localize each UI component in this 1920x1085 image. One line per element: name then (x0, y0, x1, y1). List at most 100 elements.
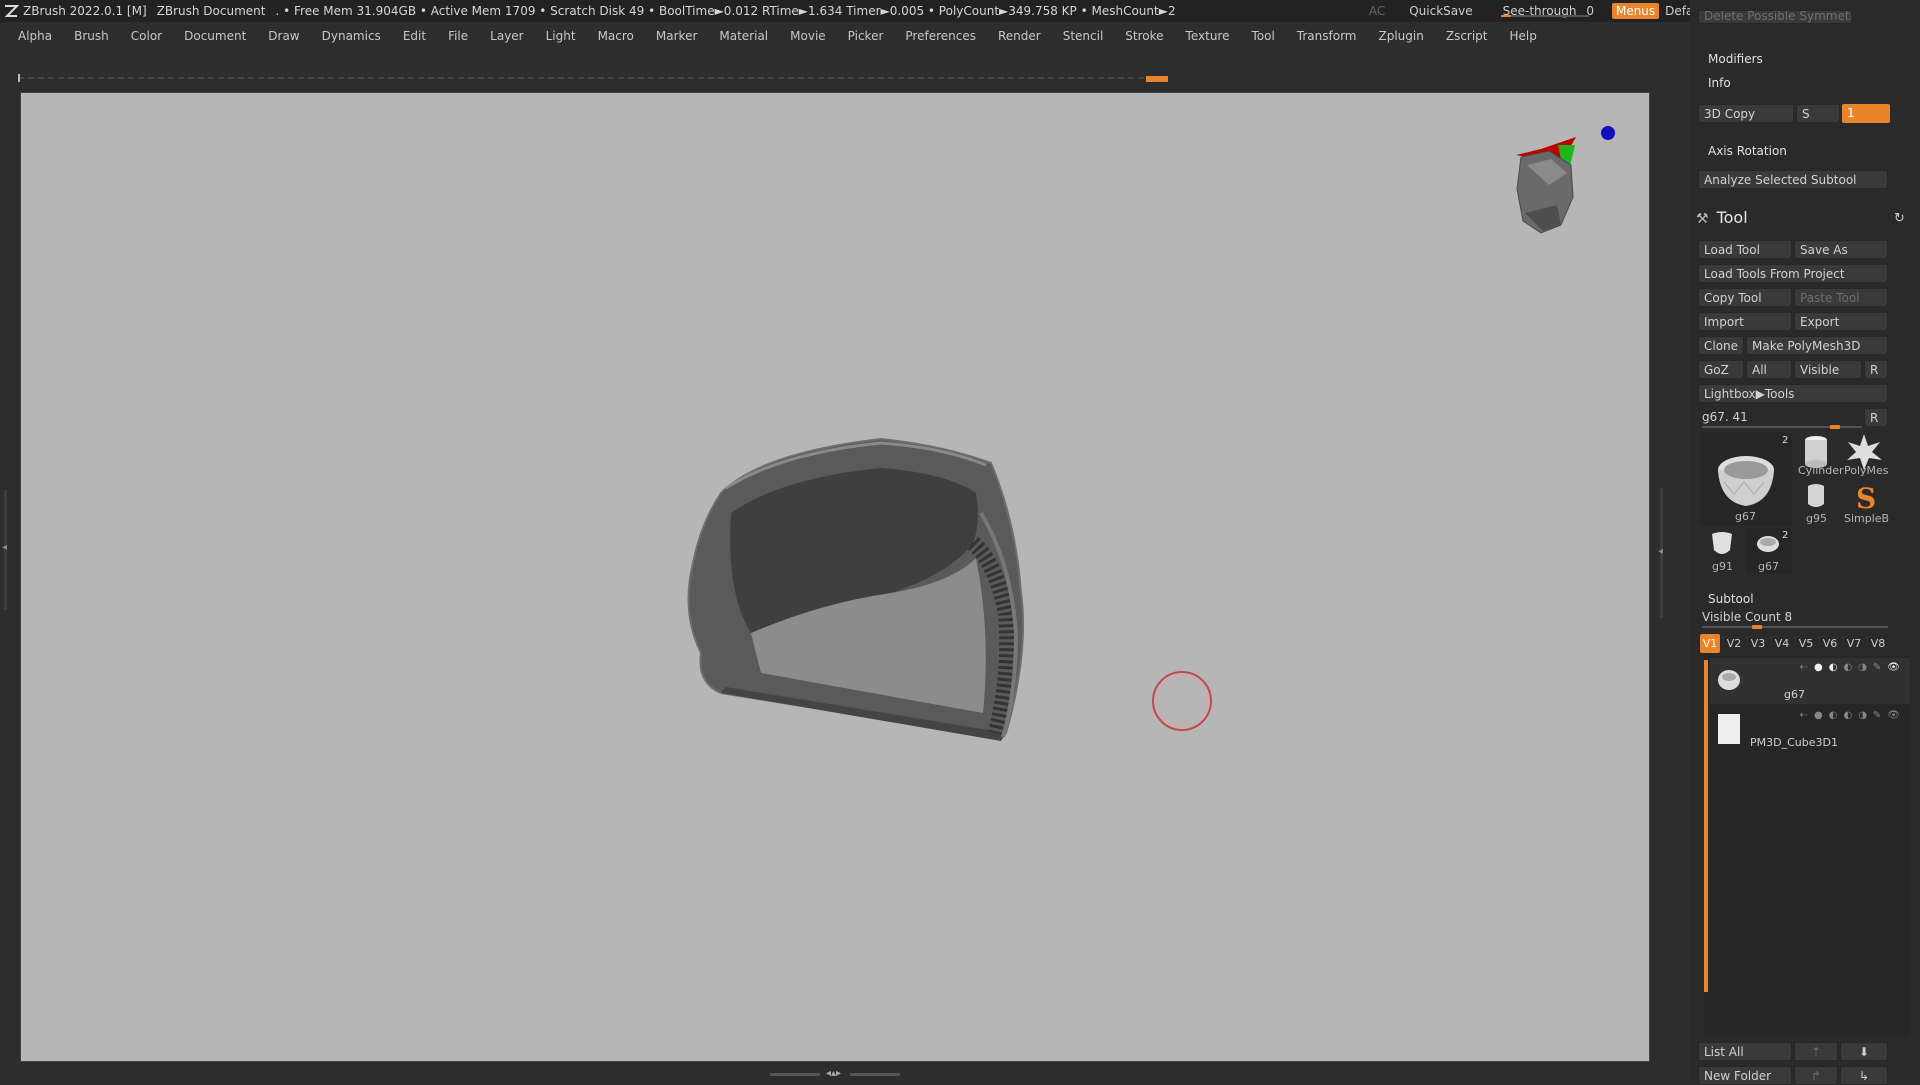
info-subpalette[interactable]: Info (1708, 76, 1731, 90)
list-all-button[interactable]: List All (1698, 1042, 1792, 1061)
copy-tool-button[interactable]: Copy Tool (1698, 288, 1792, 307)
tool-thumb-cylinder[interactable]: Cylinder (1794, 432, 1844, 478)
menu-help[interactable]: Help (1510, 29, 1537, 43)
tool-thumb-g67-large[interactable]: 2 g67 (1700, 432, 1792, 526)
menu-render[interactable]: Render (998, 29, 1041, 43)
load-tools-from-project-button[interactable]: Load Tools From Project (1698, 264, 1888, 283)
menu-brush[interactable]: Brush (74, 29, 109, 43)
ac-label[interactable]: AC (1369, 4, 1385, 18)
subtool-row-g67[interactable]: ⇠●◐◐◑✎👁 g67 (1710, 658, 1910, 704)
tool-thumb-polymesh[interactable]: PolyMes (1842, 432, 1889, 478)
copy-3d-button[interactable]: 3D Copy (1698, 104, 1794, 123)
tool-thumb-g67-small[interactable]: 2 g67 (1746, 528, 1792, 574)
menu-picker[interactable]: Picker (848, 29, 884, 43)
quicksave-button[interactable]: QuickSave (1409, 4, 1472, 18)
current-tool-slider-label[interactable]: g67. 41 (1702, 410, 1748, 424)
menu-texture[interactable]: Texture (1186, 29, 1230, 43)
subtool-scrollbar[interactable] (1704, 660, 1708, 992)
left-tray-handle[interactable]: ◂ (2, 490, 10, 610)
visible-count-slider-label[interactable]: Visible Count 8 (1702, 610, 1792, 624)
copy-3d-count-field[interactable]: 1 (1842, 104, 1890, 123)
visibility-set-v2[interactable]: V2 (1724, 634, 1744, 653)
canvas-viewport[interactable] (20, 92, 1650, 1062)
folder-out-arrow-icon[interactable]: ↱ (1794, 1066, 1838, 1085)
delete-possible-symmetry-button[interactable]: Delete Possible Symmetry (1698, 10, 1852, 24)
menu-macro[interactable]: Macro (598, 29, 634, 43)
tool-palette-header[interactable]: ⚒ Tool (1696, 208, 1748, 227)
menu-document[interactable]: Document (184, 29, 246, 43)
menu-tool[interactable]: Tool (1251, 29, 1274, 43)
visibility-set-v7[interactable]: V7 (1844, 634, 1864, 653)
subtool-subpalette[interactable]: Subtool (1708, 592, 1754, 606)
import-button[interactable]: Import (1698, 312, 1792, 331)
menu-alpha[interactable]: Alpha (18, 29, 52, 43)
timeline-marker[interactable] (1146, 76, 1168, 82)
menu-marker[interactable]: Marker (656, 29, 697, 43)
goz-all-button[interactable]: All (1746, 360, 1792, 379)
menu-edit[interactable]: Edit (403, 29, 426, 43)
export-button[interactable]: Export (1794, 312, 1888, 331)
tool-thumb-simplebrush[interactable]: S SimpleB (1842, 480, 1889, 526)
goz-button[interactable]: GoZ (1698, 360, 1744, 379)
visibility-set-v1[interactable]: V1 (1700, 634, 1720, 653)
load-tool-button[interactable]: Load Tool (1698, 240, 1792, 259)
see-through-slider[interactable]: See-through 0 (1499, 4, 1598, 18)
current-tool-slider-knob[interactable] (1830, 425, 1840, 429)
ring-model[interactable] (687, 437, 1025, 741)
menus-toggle-button[interactable]: Menus (1611, 3, 1660, 19)
save-as-button[interactable]: Save As (1794, 240, 1888, 259)
tool-thumb-g95[interactable]: g95 (1794, 480, 1840, 526)
main-menu-bar: Alpha Brush Color Document Draw Dynamics… (0, 24, 1690, 48)
modifiers-subpalette[interactable]: Modifiers (1708, 52, 1763, 66)
menu-color[interactable]: Color (131, 29, 162, 43)
tool-thumb-g91[interactable]: g91 (1700, 528, 1744, 574)
visible-count-slider-knob[interactable] (1752, 625, 1762, 629)
menu-zscript[interactable]: Zscript (1446, 29, 1488, 43)
menu-stencil[interactable]: Stencil (1063, 29, 1104, 43)
menu-stroke[interactable]: Stroke (1125, 29, 1163, 43)
menu-movie[interactable]: Movie (790, 29, 826, 43)
goz-r-button[interactable]: R (1864, 360, 1888, 379)
tool-slider-r-button[interactable]: R (1864, 408, 1888, 427)
right-tray-handle[interactable]: ◂ (1658, 488, 1664, 618)
goz-visible-button[interactable]: Visible (1794, 360, 1862, 379)
move-down-arrow-icon[interactable]: ⬇ (1840, 1042, 1888, 1061)
navigation-gizmo[interactable] (1516, 126, 1615, 234)
menu-dynamics[interactable]: Dynamics (322, 29, 381, 43)
folder-in-arrow-icon[interactable]: ↳ (1840, 1066, 1888, 1085)
paste-tool-button[interactable]: Paste Tool (1794, 288, 1888, 307)
menu-light[interactable]: Light (546, 29, 576, 43)
visibility-set-v5[interactable]: V5 (1796, 634, 1816, 653)
timeline-strip[interactable] (18, 74, 1168, 82)
axis-rotation-subpalette[interactable]: Axis Rotation (1708, 144, 1787, 158)
subtool-g67-toggle-icons[interactable]: ⇠●◐◐◑✎👁 (1800, 662, 1906, 673)
visibility-set-v4[interactable]: V4 (1772, 634, 1792, 653)
zbrush-logo-icon (4, 5, 19, 17)
clone-button[interactable]: Clone (1698, 336, 1744, 355)
menu-preferences[interactable]: Preferences (905, 29, 976, 43)
new-folder-button[interactable]: New Folder (1698, 1066, 1792, 1085)
timeline-track (18, 77, 1164, 79)
timeline-start-tick (18, 74, 20, 82)
copy-3d-s-button[interactable]: S (1796, 104, 1840, 123)
menu-transform[interactable]: Transform (1297, 29, 1357, 43)
lightbox-tools-button[interactable]: Lightbox▶Tools (1698, 384, 1888, 403)
move-up-arrow-icon[interactable]: ⇡ (1794, 1042, 1838, 1061)
menu-zplugin[interactable]: Zplugin (1379, 29, 1424, 43)
subtool-cube-toggle-icons[interactable]: ⇠●◐◐◑✎👁 (1800, 710, 1906, 721)
bottom-tray-arrow-icon: ◂▴▸ (826, 1068, 842, 1079)
visibility-set-v8[interactable]: V8 (1868, 634, 1888, 653)
menu-draw[interactable]: Draw (268, 29, 299, 43)
subtool-cube-thumb-icon (1718, 714, 1740, 744)
visibility-set-v3[interactable]: V3 (1748, 634, 1768, 653)
bottom-tray-handle[interactable]: ◂▴▸ (770, 1068, 900, 1080)
menu-file[interactable]: File (448, 29, 468, 43)
palette-reset-icon[interactable]: ↻ (1894, 211, 1905, 226)
visible-count-slider-track[interactable] (1702, 626, 1888, 628)
subtool-row-pm3d-cube3d1[interactable]: ⇠●◐◐◑✎👁 PM3D_Cube3D1 (1710, 706, 1910, 752)
menu-layer[interactable]: Layer (490, 29, 523, 43)
menu-material[interactable]: Material (719, 29, 768, 43)
make-polymesh3d-button[interactable]: Make PolyMesh3D (1746, 336, 1888, 355)
visibility-set-v6[interactable]: V6 (1820, 634, 1840, 653)
analyze-selected-subtool-button[interactable]: Analyze Selected Subtool (1698, 170, 1888, 189)
